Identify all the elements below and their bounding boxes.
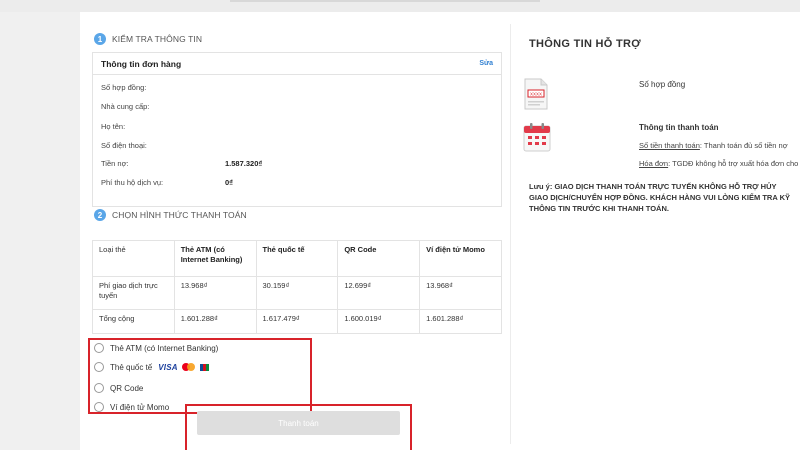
edit-link[interactable]: Sửa xyxy=(479,60,493,67)
invoice-label: Hóa đơn xyxy=(639,159,669,168)
payment-fee-table: Loại thẻ Thẻ ATM (có Internet Banking) T… xyxy=(92,240,502,334)
option-label: Thẻ quốc tế xyxy=(110,362,153,372)
radio-button[interactable] xyxy=(94,402,104,412)
note-label: Lưu ý xyxy=(529,182,550,191)
order-info-box: Thông tin đơn hàng Sửa Số hợp đồng: Nhà … xyxy=(92,52,502,207)
table-cell: Tổng cộng xyxy=(92,309,175,334)
table-header-cell: Ví điện tử Momo xyxy=(419,240,502,277)
payment-amount-line: Số tiền thanh toán: Thanh toán đủ số tiề… xyxy=(639,141,788,150)
order-info-title: Thông tin đơn hàng xyxy=(101,58,182,69)
table-row: Phí giao dịch trực tuyến 13.968₫ 30.159₫… xyxy=(92,276,502,310)
support-panel: THÔNG TIN HỖ TRỢ XXXX Số hợp đồng Thông … xyxy=(511,12,800,450)
table-cell: 13.968₫ xyxy=(173,276,257,310)
calendar-icon xyxy=(523,123,551,152)
table-cell: 13.968₫ xyxy=(419,276,502,310)
table-cell: 1.601.288₫ xyxy=(173,309,257,334)
invoice-line: Hóa đơn: TGDĐ không hỗ trợ xuất hóa đơn … xyxy=(639,159,800,168)
option-qr-code[interactable]: QR Code xyxy=(94,383,143,393)
contract-icon-text: XXXX xyxy=(530,92,542,97)
step-title: CHỌN HÌNH THỨC THANH TOÁN xyxy=(112,210,247,220)
top-bar xyxy=(0,0,800,12)
contract-document-icon: XXXX xyxy=(524,78,548,110)
support-title: THÔNG TIN HỖ TRỢ xyxy=(529,38,641,50)
order-label-contract: Số hợp đồng: xyxy=(101,83,147,92)
contract-label: Số hợp đồng xyxy=(639,80,686,89)
warning-note: Lưu ý: GIAO DỊCH THANH TOÁN TRỰC TUYẾN K… xyxy=(529,182,791,215)
option-label: Thẻ ATM (có Internet Banking) xyxy=(110,343,219,353)
payment-info-label: Thông tin thanh toán xyxy=(639,123,719,132)
payment-options-group: Thẻ ATM (có Internet Banking) Thẻ quốc t… xyxy=(88,338,312,414)
order-label-provider: Nhà cung cấp: xyxy=(101,102,150,111)
mastercard-logo-icon xyxy=(181,363,196,371)
radio-button[interactable] xyxy=(94,362,104,372)
table-row: Tổng cộng 1.601.288₫ 1.617.479₫ 1.600.01… xyxy=(92,309,502,334)
option-international-card[interactable]: Thẻ quốc tế VISA xyxy=(94,362,209,372)
payment-page: 1 KIỂM TRA THÔNG TIN Thông tin đơn hàng … xyxy=(80,12,800,450)
radio-button[interactable] xyxy=(94,383,104,393)
step-number: 1 xyxy=(94,33,106,45)
table-cell: 1.617.479₫ xyxy=(255,309,339,334)
radio-button[interactable] xyxy=(94,343,104,353)
step-2-header: 2 CHỌN HÌNH THỨC THANH TOÁN xyxy=(94,209,247,221)
payment-amount-text: : Thanh toán đủ số tiền nợ xyxy=(699,141,788,150)
pay-button[interactable]: Thanh toán xyxy=(197,411,400,435)
table-cell: Phí giao dịch trực tuyến xyxy=(92,276,175,310)
table-cell: 12.699₫ xyxy=(337,276,421,310)
table-cell: 30.159₫ xyxy=(255,276,339,310)
option-label: QR Code xyxy=(110,383,144,393)
order-label-debt: Tiền nợ: xyxy=(101,159,129,168)
table-header-cell: Thẻ ATM (có Internet Banking) xyxy=(173,240,257,277)
order-label-phone: Số điện thoại: xyxy=(101,141,147,150)
table-header-cell: Thẻ quốc tế xyxy=(255,240,339,277)
step-1-header: 1 KIỂM TRA THÔNG TIN xyxy=(94,33,202,45)
table-header-row: Loại thẻ Thẻ ATM (có Internet Banking) T… xyxy=(92,240,502,277)
table-cell: 1.600.019₫ xyxy=(337,309,421,334)
table-cell: 1.601.288₫ xyxy=(419,309,502,334)
top-bar-segment xyxy=(230,0,540,2)
option-momo-wallet[interactable]: Ví điện tử Momo xyxy=(94,402,169,412)
table-header-cell: Loại thẻ xyxy=(92,240,175,277)
step-title: KIỂM TRA THÔNG TIN xyxy=(112,34,203,44)
step-number: 2 xyxy=(94,209,106,221)
order-value-debt: 1.587.320₫ xyxy=(225,159,263,168)
invoice-text: : TGDĐ không hỗ trợ xuất hóa đơn cho dịc… xyxy=(668,159,800,168)
order-value-fee: 0₫ xyxy=(225,178,234,187)
visa-logo: VISA xyxy=(158,362,178,372)
order-label-name: Họ tên: xyxy=(101,122,126,131)
order-label-fee: Phí thu hộ dịch vụ: xyxy=(101,178,164,187)
table-header-cell: QR Code xyxy=(337,240,421,277)
option-atm[interactable]: Thẻ ATM (có Internet Banking) xyxy=(94,343,218,353)
option-label: Ví điện tử Momo xyxy=(110,402,170,412)
jcb-logo-icon xyxy=(199,363,209,371)
note-text: : GIAO DỊCH THANH TOÁN TRỰC TUYẾN KHÔNG … xyxy=(529,182,790,213)
order-info-header: Thông tin đơn hàng Sửa xyxy=(93,53,501,75)
left-panel: 1 KIỂM TRA THÔNG TIN Thông tin đơn hàng … xyxy=(80,12,510,450)
payment-amount-label: Số tiền thanh toán xyxy=(639,141,700,150)
